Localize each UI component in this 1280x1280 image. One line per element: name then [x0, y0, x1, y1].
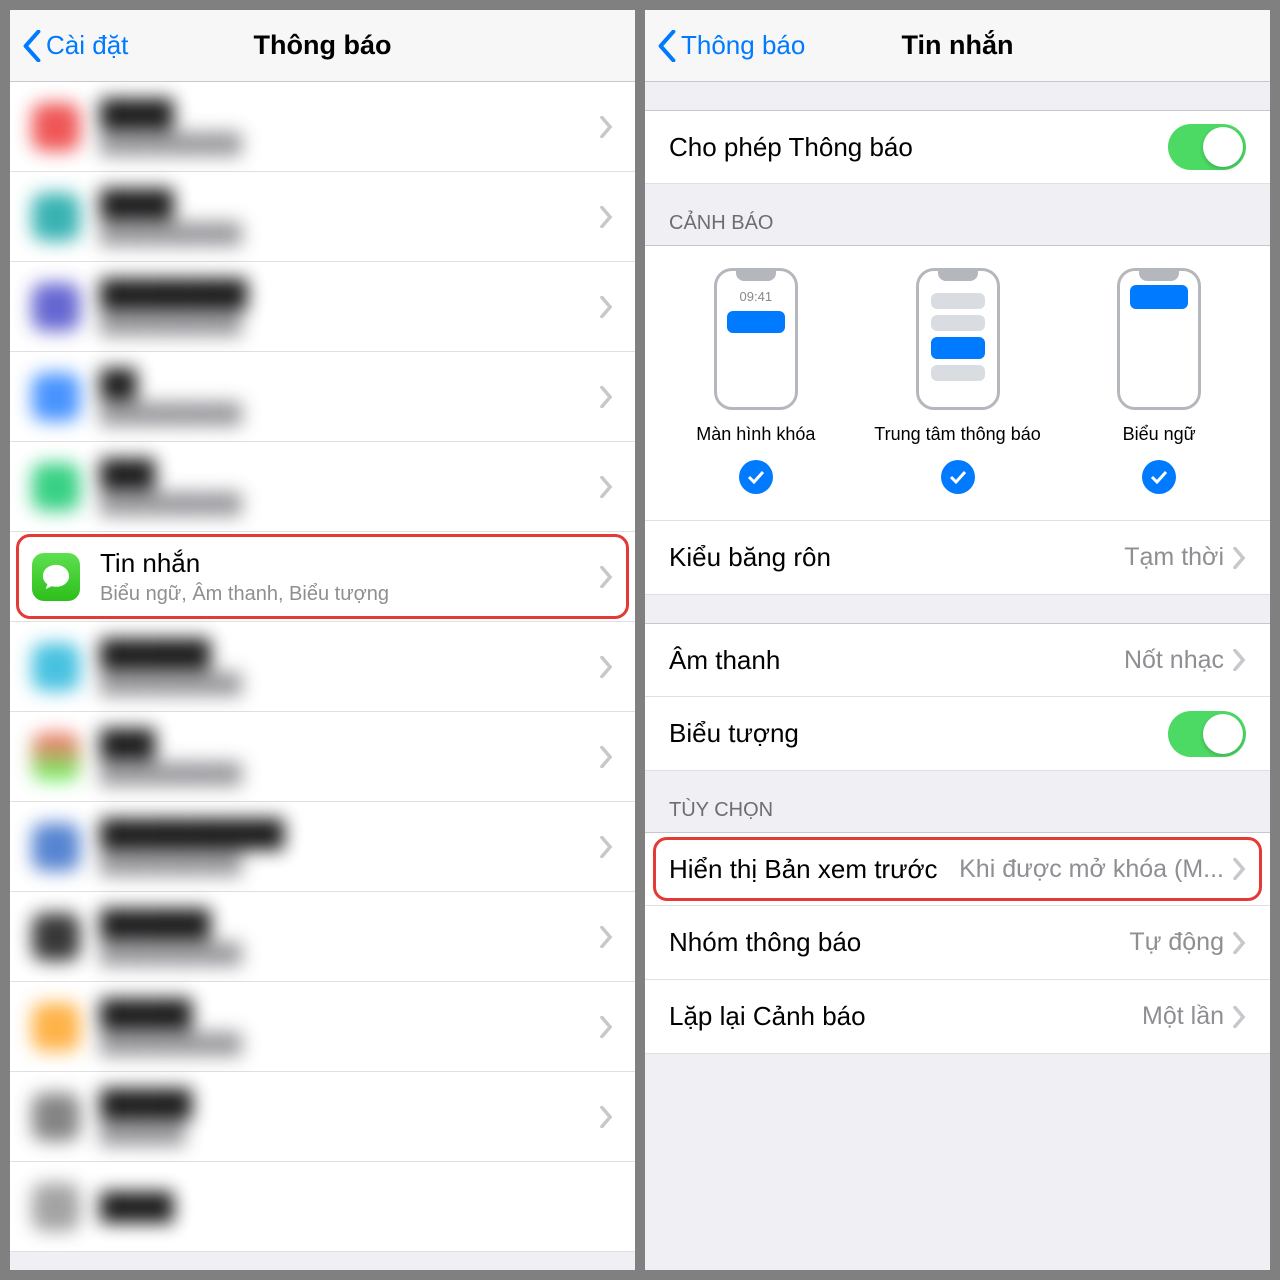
banner-style-label: Kiểu băng rôn — [669, 542, 1124, 573]
list-item[interactable]: ██████████████████ — [10, 262, 635, 352]
chevron-right-icon — [599, 116, 613, 138]
page-title: Tin nhắn — [902, 30, 1014, 61]
chevron-right-icon — [599, 296, 613, 318]
alerts-header: CẢNH BÁO — [645, 184, 1270, 245]
banner-style-value: Tạm thời — [1124, 543, 1224, 572]
messages-icon — [32, 553, 80, 601]
app-subtitle: Biểu ngữ, Âm thanh, Biểu tượng — [100, 583, 599, 606]
allow-notifications-row[interactable]: Cho phép Thông báo — [645, 110, 1270, 184]
list-item[interactable]: ███████████████ — [10, 982, 635, 1072]
back-button[interactable]: Cài đặt — [22, 30, 128, 62]
chevron-right-icon — [1232, 649, 1246, 671]
list-item[interactable]: ██████████████ — [10, 172, 635, 262]
app-title: Tin nhắn — [100, 548, 599, 579]
back-button[interactable]: Thông báo — [657, 30, 805, 62]
list-item[interactable]: ██████████████ — [10, 82, 635, 172]
check-icon — [941, 460, 975, 494]
chevron-right-icon — [1232, 1006, 1246, 1028]
alerts-style-block: 09:41 Màn hình khóa Trung tâm thông báo — [645, 245, 1270, 521]
list-item[interactable]: █████████████ — [10, 712, 635, 802]
preview-label: Hiển thị Bản xem trước — [669, 854, 938, 885]
settings-content[interactable]: Cho phép Thông báo CẢNH BÁO 09:41 Màn hì… — [645, 82, 1270, 1270]
options-header: TÙY CHỌN — [645, 771, 1270, 832]
chevron-right-icon — [599, 206, 613, 228]
alert-option-lockscreen[interactable]: 09:41 Màn hình khóa — [655, 268, 857, 494]
repeat-value: Một lần — [1142, 1002, 1224, 1031]
chevron-right-icon — [1232, 932, 1246, 954]
preview-value: Khi được mở khóa (M... — [946, 855, 1224, 884]
list-item[interactable]: ████████████████████ — [10, 802, 635, 892]
chevron-right-icon — [1232, 858, 1246, 880]
list-item[interactable]: ████████████████ — [10, 622, 635, 712]
check-icon — [1142, 460, 1176, 494]
grouping-value: Tự động — [1129, 928, 1224, 957]
sound-value: Nốt nhạc — [1124, 646, 1224, 675]
list-item[interactable]: ███████████ — [10, 1072, 635, 1162]
chevron-right-icon — [1232, 547, 1246, 569]
sound-label: Âm thanh — [669, 645, 1124, 676]
badge-label: Biểu tượng — [669, 718, 1168, 749]
sound-row[interactable]: Âm thanh Nốt nhạc — [645, 623, 1270, 697]
allow-switch[interactable] — [1168, 124, 1246, 170]
banner-preview-icon — [1117, 268, 1201, 410]
list-item-messages[interactable]: Tin nhắn Biểu ngữ, Âm thanh, Biểu tượng — [10, 532, 635, 622]
chevron-right-icon — [599, 836, 613, 858]
chevron-right-icon — [599, 566, 613, 588]
app-list[interactable]: ██████████████ ██████████████ ██████████… — [10, 82, 635, 1270]
chevron-left-icon — [22, 30, 42, 62]
lockscreen-preview-icon: 09:41 — [714, 268, 798, 410]
back-label: Cài đặt — [46, 30, 128, 61]
repeat-row[interactable]: Lặp lại Cảnh báo Một lần — [645, 980, 1270, 1054]
chevron-right-icon — [599, 926, 613, 948]
screen-messages-notifications: Thông báo Tin nhắn Cho phép Thông báo CẢ… — [645, 10, 1270, 1270]
chevron-right-icon — [599, 386, 613, 408]
list-item[interactable]: █████████████ — [10, 442, 635, 532]
list-item[interactable]: ████████████ — [10, 352, 635, 442]
back-label: Thông báo — [681, 30, 805, 61]
navbar: Thông báo Tin nhắn — [645, 10, 1270, 82]
allow-label: Cho phép Thông báo — [669, 132, 1168, 163]
repeat-label: Lặp lại Cảnh báo — [669, 1001, 1142, 1032]
alert-option-banner[interactable]: Biểu ngữ — [1058, 268, 1260, 494]
grouping-row[interactable]: Nhóm thông báo Tự động — [645, 906, 1270, 980]
list-item[interactable]: ████████████████ — [10, 892, 635, 982]
chevron-right-icon — [599, 656, 613, 678]
chevron-right-icon — [599, 1106, 613, 1128]
show-preview-row[interactable]: Hiển thị Bản xem trước Khi được mở khóa … — [645, 832, 1270, 906]
alert-label: Trung tâm thông báo — [874, 424, 1040, 446]
grouping-label: Nhóm thông báo — [669, 927, 1129, 958]
banner-style-row[interactable]: Kiểu băng rôn Tạm thời — [645, 521, 1270, 595]
alert-label: Màn hình khóa — [696, 424, 815, 446]
check-icon — [739, 460, 773, 494]
screen-notifications-list: Cài đặt Thông báo ██████████████ ███████… — [10, 10, 635, 1270]
badge-row[interactable]: Biểu tượng — [645, 697, 1270, 771]
alert-label: Biểu ngữ — [1123, 424, 1196, 446]
alert-option-center[interactable]: Trung tâm thông báo — [857, 268, 1059, 494]
list-item[interactable]: ████ — [10, 1162, 635, 1252]
chevron-left-icon — [657, 30, 677, 62]
chevron-right-icon — [599, 746, 613, 768]
badge-switch[interactable] — [1168, 711, 1246, 757]
chevron-right-icon — [599, 476, 613, 498]
navbar: Cài đặt Thông báo — [10, 10, 635, 82]
chevron-right-icon — [599, 1016, 613, 1038]
center-preview-icon — [916, 268, 1000, 410]
page-title: Thông báo — [254, 30, 392, 61]
